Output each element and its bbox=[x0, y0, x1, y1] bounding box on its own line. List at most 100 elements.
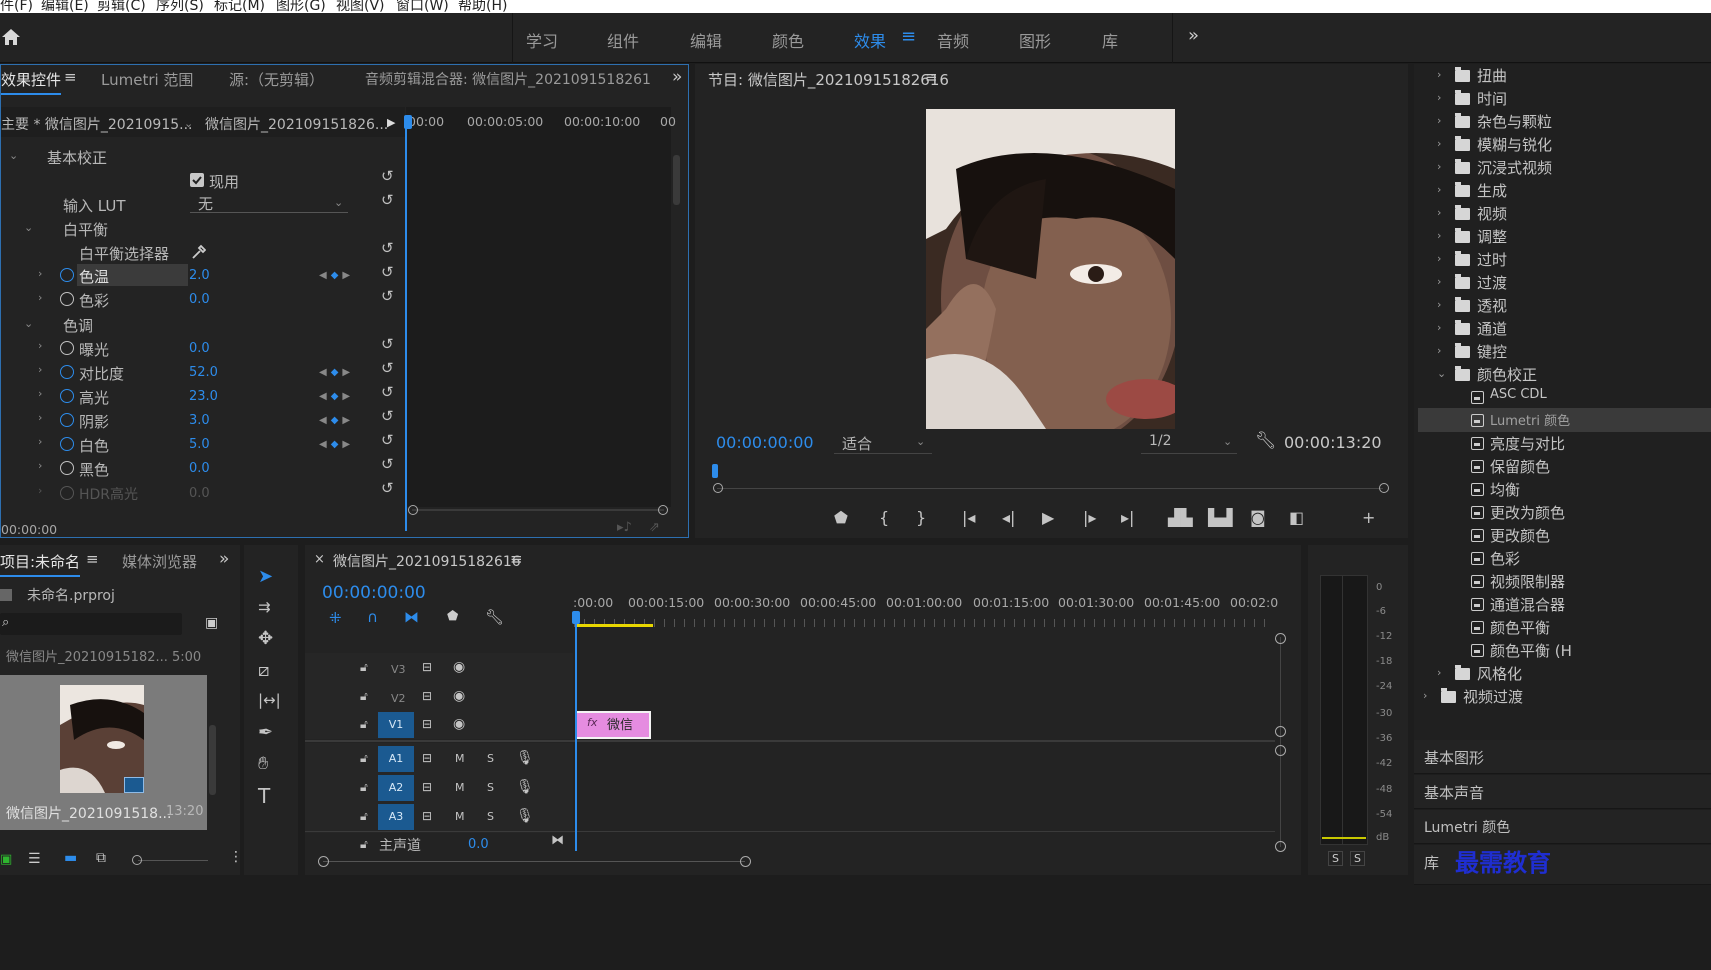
eye-icon[interactable]: ◉ bbox=[453, 688, 465, 704]
effects-folder[interactable]: › 杂色与颗粒 bbox=[1437, 111, 1711, 134]
reset-icon[interactable]: ↺ bbox=[381, 191, 394, 209]
timeline-timecode[interactable]: 00:00:00:00 bbox=[322, 583, 426, 603]
highlights-value[interactable]: 23.0 bbox=[189, 389, 218, 404]
tab-lumetri-scopes[interactable]: Lumetri 范围 bbox=[101, 69, 193, 90]
stopwatch-icon[interactable] bbox=[60, 365, 74, 379]
keyframe-nav[interactable]: ◀◆▶ bbox=[319, 439, 354, 450]
track-a1[interactable]: A1 bbox=[378, 746, 414, 772]
eye-icon[interactable]: ◉ bbox=[453, 659, 465, 675]
workspace-assembly[interactable]: 组件 bbox=[607, 28, 639, 52]
keyframe-nav[interactable]: ◀◆▶ bbox=[319, 415, 354, 426]
type-tool-icon[interactable]: T bbox=[258, 784, 270, 808]
tab-essential-graphics[interactable]: 基本图形 bbox=[1414, 740, 1711, 774]
horizontal-zoom-handle[interactable] bbox=[318, 856, 329, 867]
fit-select[interactable]: 适合 ⌄ bbox=[834, 432, 932, 454]
stopwatch-icon[interactable] bbox=[60, 292, 74, 306]
freeform-view-icon[interactable]: ⧉ bbox=[96, 850, 106, 866]
reset-icon[interactable]: ↺ bbox=[381, 383, 394, 401]
effects-preset[interactable]: 更改颜色 bbox=[1437, 525, 1711, 548]
camera-icon[interactable]: ◙ bbox=[1250, 508, 1266, 527]
effects-preset[interactable]: 颜色平衡 bbox=[1437, 617, 1711, 640]
mute-button[interactable]: M bbox=[455, 810, 465, 823]
snap-icon[interactable]: ∩ bbox=[367, 608, 378, 626]
effects-folder[interactable]: › 视频 bbox=[1437, 203, 1711, 226]
menu-graphics[interactable]: 图形(G) bbox=[276, 0, 326, 13]
effects-folder-video-transitions[interactable]: › 视频过渡 bbox=[1423, 686, 1697, 709]
linked-selection-icon[interactable]: ⧓ bbox=[404, 608, 419, 626]
tab-source[interactable]: 源:（无剪辑） bbox=[229, 69, 324, 90]
sync-lock-icon[interactable]: ⊟ bbox=[422, 780, 432, 794]
solo-button[interactable]: S bbox=[487, 810, 494, 823]
hand-tool-icon[interactable]: ✋︎ bbox=[258, 753, 268, 774]
effects-folder[interactable]: › 模糊与锐化 bbox=[1437, 134, 1711, 157]
effects-preset[interactable]: 通道混合器 bbox=[1437, 594, 1711, 617]
go-to-edit-icon[interactable]: ⧓ bbox=[551, 833, 564, 848]
menu-help[interactable]: 帮助(H) bbox=[458, 0, 507, 13]
reset-icon[interactable]: ↺ bbox=[381, 431, 394, 449]
effects-preset[interactable]: 颜色平衡 (H bbox=[1437, 640, 1711, 663]
lift-icon[interactable]: ▟▙ bbox=[1168, 508, 1193, 527]
tab-project[interactable]: 项目:未命名 bbox=[0, 551, 81, 577]
effects-preset[interactable]: 亮度与对比 bbox=[1437, 433, 1711, 456]
horizontal-zoom-handle[interactable] bbox=[740, 856, 751, 867]
menu-clip[interactable]: 剪辑(C) bbox=[97, 0, 146, 13]
export-frame-icon[interactable]: ⇗ bbox=[649, 520, 660, 535]
lock-icon[interactable]: 🔓︎ bbox=[360, 780, 368, 795]
clip-name-label[interactable]: 微信图片_202109151826... bbox=[205, 114, 388, 134]
vertical-zoom-handle[interactable] bbox=[1275, 745, 1286, 756]
menu-sequence[interactable]: 序列(S) bbox=[156, 0, 204, 13]
list-view-icon[interactable]: ☰ bbox=[28, 851, 41, 867]
list-item[interactable]: 微信图片_20210915182... 5:00 bbox=[6, 646, 201, 665]
wrench-icon[interactable]: 🔧︎ bbox=[1255, 431, 1277, 451]
eye-icon[interactable]: ◉ bbox=[453, 716, 465, 732]
chevron-down-icon[interactable]: ⌄ bbox=[184, 117, 193, 130]
step-back-icon[interactable]: ◂| bbox=[1002, 508, 1015, 527]
solo-button[interactable]: S bbox=[487, 752, 494, 765]
section-basic-correction[interactable]: 基本校正 bbox=[47, 147, 107, 168]
zoom-slider[interactable] bbox=[138, 860, 208, 861]
effects-preset[interactable]: 保留颜色 bbox=[1437, 456, 1711, 479]
ripple-edit-tool-icon[interactable]: ✥ bbox=[258, 628, 273, 649]
workspace-editing[interactable]: 编辑 bbox=[690, 28, 722, 52]
reset-icon[interactable]: ↺ bbox=[381, 479, 394, 497]
source-clip-label[interactable]: 主要 * 微信图片_20210915... bbox=[1, 114, 193, 134]
ec-timecode[interactable]: 00:00:00 bbox=[1, 522, 57, 537]
stopwatch-icon[interactable] bbox=[60, 413, 74, 427]
stopwatch-icon[interactable] bbox=[60, 486, 74, 500]
lock-icon[interactable]: ▣ bbox=[0, 852, 12, 867]
workspace-color[interactable]: 颜色 bbox=[772, 28, 804, 52]
stopwatch-icon[interactable] bbox=[60, 341, 74, 355]
vertical-zoom-handle[interactable] bbox=[1275, 841, 1286, 852]
add-button-icon[interactable]: + bbox=[1362, 508, 1375, 527]
effects-preset[interactable]: 均衡 bbox=[1437, 479, 1711, 502]
effects-folder[interactable]: › 扭曲 bbox=[1437, 65, 1711, 88]
ec-playhead[interactable] bbox=[405, 117, 407, 531]
razor-tool-icon[interactable]: ⧄ bbox=[258, 660, 269, 681]
tab-lumetri-color[interactable]: Lumetri 颜色 bbox=[1414, 810, 1711, 844]
add-marker-icon[interactable]: ⬟ bbox=[834, 508, 848, 527]
effects-preset[interactable]: 更改为颜色 bbox=[1437, 502, 1711, 525]
ec-scrollbar[interactable] bbox=[673, 155, 680, 205]
play-clip-icon[interactable]: ▶ bbox=[387, 116, 395, 129]
menu-view[interactable]: 视图(V) bbox=[336, 0, 385, 13]
more-tabs-icon[interactable]: » bbox=[672, 67, 682, 87]
menu-file[interactable]: 件(F) bbox=[0, 0, 33, 13]
master-volume-value[interactable]: 0.0 bbox=[468, 837, 489, 852]
mic-icon[interactable]: 🎙︎ bbox=[516, 750, 534, 766]
add-marker-icon[interactable]: ⬟ bbox=[447, 609, 458, 624]
program-video-frame[interactable] bbox=[926, 109, 1175, 429]
reset-icon[interactable]: ↺ bbox=[381, 455, 394, 473]
tint-value[interactable]: 0.0 bbox=[189, 292, 210, 307]
keyframe-nav[interactable]: ◀◆▶ bbox=[319, 391, 354, 402]
workspace-libraries[interactable]: 库 bbox=[1102, 28, 1118, 52]
tab-audio-clip-mixer[interactable]: 音频剪辑混合器: 微信图片_2021091518261 bbox=[365, 69, 651, 89]
effects-folder[interactable]: › 风格化 bbox=[1437, 663, 1711, 686]
whites-value[interactable]: 5.0 bbox=[189, 437, 210, 452]
mic-icon[interactable]: 🎙︎ bbox=[516, 779, 534, 795]
solo-right-button[interactable]: S bbox=[1350, 851, 1365, 866]
sync-lock-icon[interactable]: ⊟ bbox=[422, 751, 432, 765]
sync-lock-icon[interactable]: ⊟ bbox=[422, 689, 432, 703]
eyedropper-icon[interactable] bbox=[190, 243, 206, 261]
timeline-settings-icon[interactable]: 🔧︎ bbox=[485, 608, 504, 626]
pen-tool-icon[interactable]: ✒ bbox=[258, 722, 273, 743]
